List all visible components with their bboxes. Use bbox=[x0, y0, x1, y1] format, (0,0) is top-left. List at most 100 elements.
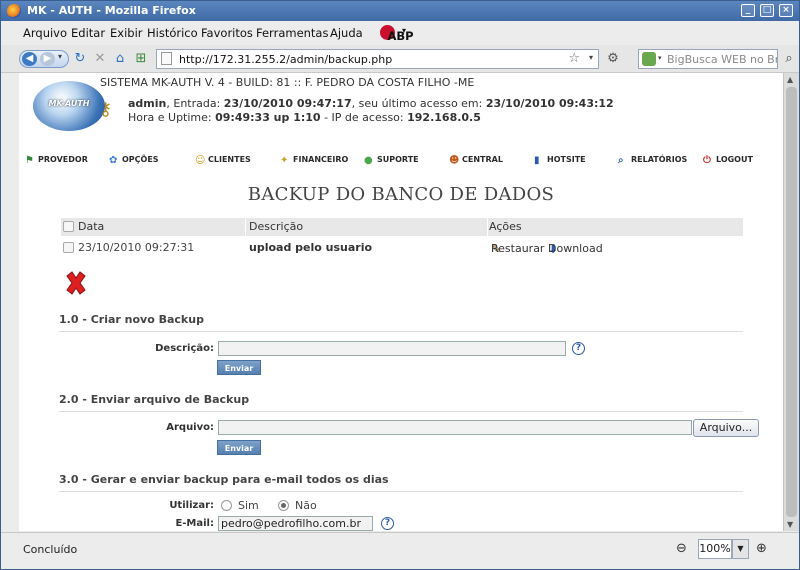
radio-sim[interactable] bbox=[221, 500, 232, 511]
adblock-dropdown-icon[interactable]: ▾ bbox=[402, 26, 406, 35]
zoom-level[interactable]: 100% bbox=[698, 539, 732, 559]
speech-bubble-icon: ● bbox=[364, 155, 373, 166]
page-content: MK-AUTH SISTEMA MK-AUTH V. 4 - BUILD: 81… bbox=[19, 73, 783, 531]
uptime-value: 09:49:33 up 1:10 bbox=[215, 111, 321, 124]
section-divider bbox=[59, 411, 743, 412]
menu-favoritos[interactable]: Favoritos bbox=[201, 26, 253, 40]
menu-suporte[interactable]: ● SUPORTE bbox=[364, 155, 419, 166]
menu-suporte-label: SUPORTE bbox=[377, 155, 419, 164]
search-go-icon[interactable]: ⌕ bbox=[781, 51, 797, 67]
close-button[interactable]: × bbox=[779, 4, 793, 17]
row-description: upload pelo usuario bbox=[249, 241, 373, 254]
back-arrow-icon[interactable]: ◀ bbox=[22, 52, 37, 66]
options-icon: ✿ bbox=[109, 155, 118, 166]
user-icon: ☺ bbox=[195, 155, 206, 166]
menu-relatorios[interactable]: ⌕ RELATÓRIOS bbox=[618, 155, 687, 166]
maximize-button[interactable]: □ bbox=[760, 4, 774, 17]
entrada-value: 23/10/2010 09:47:17 bbox=[223, 97, 352, 110]
menu-arquivo[interactable]: Arquivo bbox=[23, 26, 67, 40]
new-tab-icon[interactable]: ⊞ bbox=[133, 51, 149, 67]
menu-opcoes[interactable]: ✿ OPÇÕES bbox=[109, 155, 159, 166]
menu-clientes[interactable]: ☺ CLIENTES bbox=[195, 155, 251, 166]
menu-ferramentas[interactable]: Ferramentas bbox=[256, 26, 328, 40]
page-title: BACKUP DO BANCO DE DADOS bbox=[247, 184, 555, 205]
browse-file-button[interactable]: Arquivo... bbox=[693, 419, 759, 437]
url-text[interactable]: http://172.31.255.2/admin/backup.php bbox=[179, 53, 392, 66]
create-backup-send-button[interactable]: Enviar bbox=[217, 360, 261, 375]
zoom-out-icon[interactable]: ⊖ bbox=[676, 541, 687, 556]
menu-ajuda[interactable]: Ajuda bbox=[330, 26, 363, 40]
firefox-icon bbox=[7, 4, 21, 18]
ultimo-acesso-value: 23/10/2010 09:43:12 bbox=[485, 97, 614, 110]
upload-backup-send-button[interactable]: Enviar bbox=[217, 440, 261, 455]
search-engine-dropdown-icon[interactable]: ▾ bbox=[658, 54, 662, 62]
minimize-button[interactable]: _ bbox=[741, 4, 755, 17]
radio-sim-label: Sim bbox=[238, 499, 259, 512]
forward-arrow-icon[interactable]: ▶ bbox=[40, 52, 55, 66]
url-bar[interactable]: http://172.31.255.2/admin/backup.php ☆ ▾ bbox=[156, 49, 599, 69]
main-menu: ⚑ PROVEDOR ✿ OPÇÕES ☺ CLIENTES ✦ FINANCEIRO … bbox=[19, 155, 783, 171]
arquivo-input[interactable] bbox=[218, 420, 692, 435]
zoom-dropdown-icon[interactable]: ▼ bbox=[732, 539, 749, 559]
flag-icon: ⚑ bbox=[25, 155, 34, 166]
title-bar[interactable]: MK - AUTH - Mozilla Firefox _ □ × bbox=[1, 1, 799, 21]
menu-editar[interactable]: Editar bbox=[71, 26, 105, 40]
restore-label: Restaurar bbox=[491, 242, 545, 255]
arquivo-label: Arquivo: bbox=[166, 422, 214, 433]
download-label: Download bbox=[548, 242, 603, 255]
url-dropdown-icon[interactable]: ▾ bbox=[589, 53, 593, 62]
search-placeholder[interactable]: BigBusca WEB no Brasil bbox=[667, 53, 777, 66]
stop-icon[interactable]: ✕ bbox=[92, 51, 108, 67]
home-icon[interactable]: ⌂ bbox=[112, 51, 128, 67]
menu-historico[interactable]: Histórico bbox=[147, 26, 198, 40]
page-icon bbox=[161, 52, 172, 65]
adblock-icon[interactable]: ABP bbox=[380, 25, 414, 43]
username: admin bbox=[128, 97, 167, 110]
scroll-up-icon[interactable]: ▲ bbox=[787, 75, 793, 84]
user-info: admin, Entrada: 23/10/2010 09:47:17, seu… bbox=[128, 97, 614, 110]
zoom-in-icon[interactable]: ⊕ bbox=[756, 541, 767, 556]
descricao-input[interactable] bbox=[218, 341, 566, 356]
menu-exibir[interactable]: Exibir bbox=[110, 26, 143, 40]
radio-nao[interactable] bbox=[278, 500, 289, 511]
section-divider bbox=[59, 491, 743, 492]
chart-icon: ▮ bbox=[534, 155, 540, 166]
select-all-checkbox[interactable] bbox=[63, 221, 74, 232]
menu-financeiro[interactable]: ✦ FINANCEIRO bbox=[280, 155, 348, 166]
search-engine-icon[interactable] bbox=[642, 52, 656, 66]
help-icon[interactable]: ? bbox=[572, 342, 585, 355]
history-dropdown-icon[interactable]: ▾ bbox=[58, 52, 62, 61]
delete-icon[interactable] bbox=[63, 270, 89, 296]
menu-provedor-label: PROVEDOR bbox=[38, 155, 88, 164]
help-icon[interactable]: ? bbox=[381, 517, 394, 530]
backup-table-header: Data Descrição Ações bbox=[61, 218, 743, 236]
scroll-down-icon[interactable]: ▼ bbox=[787, 520, 793, 529]
back-forward-button[interactable]: ◀ ▶ ▾ bbox=[19, 50, 69, 68]
ip-value: 192.168.0.5 bbox=[407, 111, 481, 124]
menu-provedor[interactable]: ⚑ PROVEDOR bbox=[25, 155, 88, 166]
section-email-backup-title: 3.0 - Gerar e enviar backup para e-mail … bbox=[59, 473, 389, 486]
logout-icon: ⏻ bbox=[703, 155, 711, 166]
navigation-toolbar: ◀ ▶ ▾ ↻ ✕ ⌂ ⊞ http://172.31.255.2/admin/… bbox=[1, 45, 799, 73]
email-field[interactable]: pedro@pedrofilho.com.br bbox=[218, 516, 373, 531]
bookmark-star-icon[interactable]: ☆ bbox=[568, 51, 580, 66]
window-title: MK - AUTH - Mozilla Firefox bbox=[27, 4, 196, 17]
reload-icon[interactable]: ↻ bbox=[72, 51, 88, 67]
vertical-scrollbar[interactable]: ▲ ▼ bbox=[783, 73, 799, 531]
entrada-label: , Entrada: bbox=[166, 97, 224, 110]
scroll-thumb[interactable] bbox=[786, 87, 797, 517]
row-checkbox[interactable] bbox=[63, 242, 74, 253]
menu-hotsite[interactable]: ▮ HOTSITE bbox=[534, 155, 586, 166]
column-acoes: Ações bbox=[489, 220, 522, 233]
report-icon: ⌕ bbox=[618, 155, 624, 166]
adblock-label: ABP bbox=[387, 29, 414, 43]
table-row: 23/10/2010 09:27:31 upload pelo usuario … bbox=[61, 240, 743, 258]
menu-central[interactable]: ☻ CENTRAL bbox=[449, 155, 503, 166]
descricao-label: Descrição: bbox=[155, 343, 214, 354]
uptime-info: Hora e Uptime: 09:49:33 up 1:10 - IP de … bbox=[128, 111, 481, 124]
search-box[interactable]: ▾ BigBusca WEB no Brasil bbox=[638, 49, 778, 69]
addon-icon[interactable]: ⚙ bbox=[605, 51, 621, 67]
radio-nao-label: Não bbox=[295, 499, 317, 512]
logo-text: MK-AUTH bbox=[48, 99, 90, 108]
menu-logout[interactable]: ⏻ LOGOUT bbox=[703, 155, 753, 166]
